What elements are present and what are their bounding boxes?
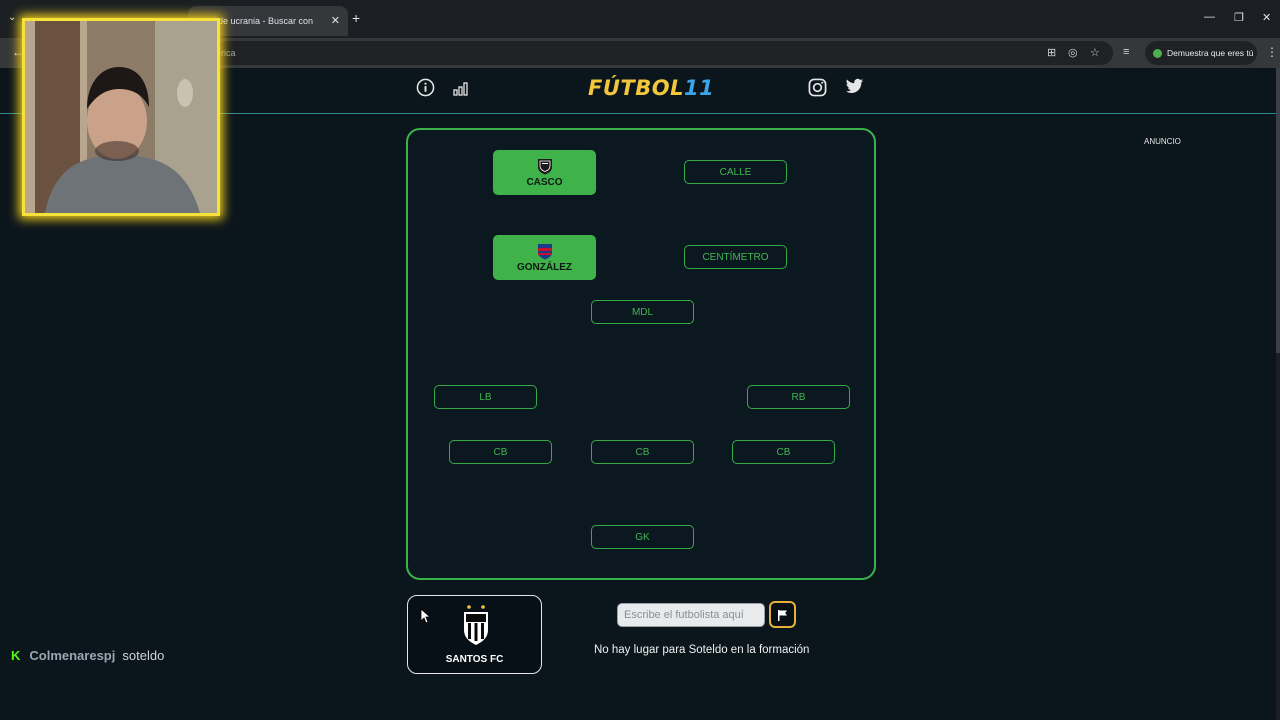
mouse-cursor-icon: [420, 608, 430, 624]
san-lorenzo-crest-icon: [537, 244, 552, 260]
profile-label: Demuestra que eres tú: [1167, 48, 1254, 58]
new-tab-button[interactable]: +: [352, 10, 360, 26]
twitter-icon[interactable]: [845, 78, 864, 100]
slot-calle[interactable]: CALLE: [684, 160, 787, 184]
slot-centimetro[interactable]: CENTÍMETRO: [684, 245, 787, 269]
slot-label: CB: [493, 446, 508, 458]
scrollbar-thumb[interactable]: [1276, 68, 1280, 353]
slot-label: CB: [776, 446, 791, 458]
webcam-overlay: [22, 18, 220, 216]
screen: { "browser": { "tabs": [ {"label": "", "…: [0, 0, 1280, 720]
club-name: SANTOS FC: [445, 654, 504, 665]
give-up-flag-button[interactable]: [769, 601, 796, 628]
atletico-mineiro-crest-icon: [537, 159, 552, 175]
eye-off-icon[interactable]: ◎: [1068, 46, 1078, 59]
player-search-input[interactable]: [617, 603, 765, 627]
slot-label: GONZÁLEZ: [517, 262, 572, 273]
restore-icon[interactable]: ❐: [1234, 11, 1244, 24]
minimize-icon[interactable]: —: [1204, 11, 1215, 23]
slot-mdl[interactable]: MDL: [591, 300, 694, 324]
slot-cb-center[interactable]: CB: [591, 440, 694, 464]
site-logo[interactable]: FÚTBOL11: [588, 76, 714, 100]
logo-number: 11: [683, 76, 715, 100]
club-card: SANTOS FC: [407, 595, 542, 674]
webcam-feed: [25, 21, 217, 213]
slot-label: CB: [635, 446, 650, 458]
media-controls-icon[interactable]: ≡: [1123, 46, 1129, 58]
slot-gk[interactable]: GK: [591, 525, 694, 549]
address-bar[interactable]: erica: [188, 41, 1113, 65]
slot-cb-right[interactable]: CB: [732, 440, 835, 464]
kick-logo-icon: K: [11, 648, 21, 663]
star-icon[interactable]: ☆: [1090, 46, 1100, 59]
close-tab-icon[interactable]: ✕: [331, 14, 340, 27]
slot-lb[interactable]: LB: [434, 385, 537, 409]
logo-text: FÚTBOL: [588, 76, 684, 100]
stats-icon[interactable]: [453, 78, 471, 101]
chat-text: soteldo: [122, 648, 165, 663]
slot-label: MDL: [631, 306, 654, 318]
profile-chip[interactable]: Demuestra que eres tú: [1145, 41, 1257, 65]
slot-cb-left[interactable]: CB: [449, 440, 552, 464]
slot-rb[interactable]: RB: [747, 385, 850, 409]
flag-icon: [778, 609, 787, 621]
slot-label: CENTÍMETRO: [702, 251, 769, 263]
info-icon[interactable]: [416, 78, 435, 102]
chat-username: Colmenarespj: [29, 648, 116, 663]
menu-kebab-icon[interactable]: ⋮: [1266, 45, 1278, 59]
slot-label: CASCO: [526, 177, 563, 188]
slot-gonzalez[interactable]: GONZÁLEZ: [493, 235, 596, 280]
slot-label: CALLE: [719, 166, 752, 178]
feedback-message: No hay lugar para Soteldo en la formació…: [594, 644, 810, 656]
profile-avatar-icon: [1153, 49, 1162, 58]
close-window-icon[interactable]: ✕: [1262, 11, 1271, 24]
page-scrollbar[interactable]: [1276, 68, 1280, 720]
instagram-icon[interactable]: [808, 78, 827, 102]
slot-label: RB: [791, 391, 806, 403]
chat-message: K Colmenarespj soteldo: [11, 648, 164, 663]
slot-label: LB: [479, 391, 492, 403]
slot-casco[interactable]: CASCO: [493, 150, 596, 195]
santos-crest-icon: [464, 605, 488, 645]
ad-label: ANUNCIO: [1144, 137, 1181, 146]
translate-icon[interactable]: ⊞: [1047, 46, 1056, 59]
formation-pitch: CASCO CALLE GONZÁLEZ CENTÍMETRO MDL LB R…: [406, 128, 876, 580]
slot-label: GK: [635, 531, 650, 543]
tab-list-chevron-icon[interactable]: ⌄: [8, 12, 16, 23]
